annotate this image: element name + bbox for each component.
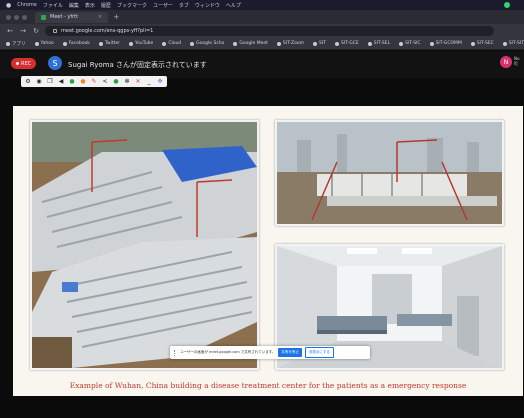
- annotation-toolbar: ⚙ ◉ ❐ ◀ ● ● ✎ < ● ✻ ✕ _ ✥: [21, 76, 167, 87]
- bookmark-sit-sel[interactable]: SIT-SEL: [367, 41, 390, 46]
- bookmark-google-scholar[interactable]: Google Scho: [190, 41, 224, 46]
- hide-notice-button[interactable]: 非表示にする: [304, 347, 334, 358]
- bookmark-favicon-icon: [367, 41, 372, 46]
- reload-icon[interactable]: ↻: [32, 27, 40, 35]
- tab-title: Meet - yfrtt: [50, 14, 79, 20]
- pinned-presenter-text: Sugai Ryoma さんが固定表示されています: [68, 61, 207, 69]
- close-window-button[interactable]: [6, 14, 11, 20]
- forward-arrow-icon[interactable]: →: [19, 27, 27, 35]
- stop-sharing-button[interactable]: 共有を停止: [278, 348, 302, 357]
- bookmark-youtube[interactable]: YouTube: [129, 41, 153, 46]
- drag-handle-icon[interactable]: [174, 349, 177, 356]
- speaker-icon[interactable]: ◀: [58, 78, 64, 85]
- apple-icon[interactable]: ●: [6, 2, 11, 9]
- bookmark-favicon-icon: [429, 41, 434, 46]
- record-dot-icon: [16, 62, 19, 65]
- back-arrow-icon[interactable]: ←: [6, 27, 14, 35]
- bookmark-favicon-icon: [98, 41, 103, 46]
- url-text: meet.google.com/ens-qgps-yff?pli=1: [61, 28, 154, 34]
- bookmark-sit-gce[interactable]: SIT-GCE: [334, 41, 359, 46]
- lock-icon: [53, 29, 57, 33]
- screen-share-notice: ユーザーの画面が meet.google.com で共有されています。 共有を停…: [170, 346, 370, 359]
- bookmark-favicon-icon: [470, 41, 475, 46]
- bookmark-cloud[interactable]: Cloud: [162, 41, 181, 46]
- meet-favicon-icon: [41, 14, 46, 20]
- bookmark-yahoo[interactable]: Yahoo: [34, 41, 54, 46]
- presenter-avatar: S: [48, 56, 62, 70]
- recording-badge[interactable]: REC: [11, 58, 37, 69]
- share-notice-text: ユーザーの画面が meet.google.com で共有されています。: [180, 350, 276, 354]
- bookmark-favicon-icon: [399, 41, 404, 46]
- bookmark-favicon-icon: [62, 41, 67, 46]
- gear-icon[interactable]: ✻: [124, 78, 130, 85]
- settings-icon[interactable]: ⚙: [25, 78, 31, 85]
- user-label: Nu lfj: [514, 56, 520, 66]
- bookmark-favicon-icon: [34, 41, 39, 46]
- color-picker-icon[interactable]: ●: [113, 78, 119, 85]
- bookmark-favicon-icon: [313, 41, 318, 46]
- menu-item-bookmarks[interactable]: ブックマーク: [117, 2, 147, 9]
- bookmark-twitter[interactable]: Twitter: [98, 41, 120, 46]
- status-indicator-icon: [504, 2, 510, 8]
- bookmark-google-meet[interactable]: Google Meet: [233, 41, 268, 46]
- bookmarks-bar: アプリ Yahoo Facebook Twitter YouTube Cloud…: [0, 38, 524, 50]
- meet-bottom-area: [0, 396, 524, 418]
- bookmark-favicon-icon: [129, 41, 133, 46]
- bookmark-sit-zoom[interactable]: SIT-Zoom: [276, 41, 304, 46]
- reset-icon[interactable]: ✕: [135, 78, 141, 85]
- bookmark-favicon-icon: [334, 41, 339, 46]
- apps-grid-icon: [6, 41, 10, 46]
- menu-app-name[interactable]: Chrome: [17, 2, 37, 8]
- bookmark-sit-sit[interactable]: SIT-SIT: [502, 41, 524, 46]
- window-controls: [6, 14, 27, 20]
- bookmark-favicon-icon: [233, 41, 238, 46]
- eye-icon[interactable]: ◉: [36, 78, 42, 85]
- user-avatar[interactable]: N: [500, 56, 512, 68]
- user-label-line-2: lfj: [514, 61, 518, 66]
- menu-item-file[interactable]: ファイル: [43, 2, 63, 9]
- bookmark-favicon-icon: [276, 41, 281, 46]
- minimize-icon[interactable]: _: [146, 78, 152, 85]
- bookmark-apps[interactable]: アプリ: [6, 41, 26, 47]
- tab-close-icon[interactable]: ×: [98, 14, 102, 20]
- bookmark-sit-sec[interactable]: SIT-SEC: [470, 41, 494, 46]
- menu-item-help[interactable]: ヘルプ: [226, 2, 241, 9]
- aerial-photo-illustration: [32, 122, 257, 368]
- highlighter-icon[interactable]: ✎: [91, 78, 97, 85]
- bookmark-sit-sic[interactable]: SIT-SIC: [399, 41, 421, 46]
- cranes-photo-illustration: [277, 122, 502, 224]
- bookmark-favicon-icon: [162, 41, 167, 46]
- move-icon[interactable]: ✥: [157, 78, 163, 85]
- menu-item-view[interactable]: 表示: [85, 2, 95, 9]
- rec-label: REC: [21, 60, 32, 67]
- bookmark-favicon-icon: [502, 41, 507, 46]
- menu-item-history[interactable]: 履歴: [101, 2, 111, 9]
- zoom-window-button[interactable]: [22, 14, 27, 20]
- share-icon[interactable]: <: [102, 78, 108, 85]
- bookmark-favicon-icon: [190, 41, 195, 46]
- menu-item-edit[interactable]: 編集: [69, 2, 79, 9]
- bookmark-sit[interactable]: SIT: [313, 41, 326, 46]
- new-tab-button[interactable]: +: [113, 13, 119, 21]
- menu-item-window[interactable]: ウィンドウ: [195, 2, 220, 9]
- address-toolbar: ← → ↻ meet.google.com/ens-qgps-yff?pli=1: [0, 24, 524, 38]
- url-field[interactable]: meet.google.com/ens-qgps-yff?pli=1: [45, 26, 494, 36]
- minimize-window-button[interactable]: [14, 14, 19, 20]
- bookmark-facebook[interactable]: Facebook: [62, 41, 90, 46]
- bookmark-sit-gcomm[interactable]: SIT-GCOMM: [429, 41, 462, 46]
- green-pen-icon[interactable]: ●: [69, 78, 75, 85]
- browser-tab-strip: Meet - yfrtt × +: [0, 10, 524, 24]
- menu-item-user[interactable]: ユーザー: [153, 2, 173, 9]
- slide-caption: Example of Wuhan, China building a disea…: [69, 381, 467, 390]
- copy-icon[interactable]: ❐: [47, 78, 53, 85]
- construction-cranes-photo: [275, 120, 504, 226]
- orange-pen-icon[interactable]: ●: [80, 78, 86, 85]
- aerial-hospital-construction-photo: [30, 120, 259, 370]
- tab-meet[interactable]: Meet - yfrtt ×: [35, 11, 109, 23]
- mac-menu-bar: ● Chrome ファイル 編集 表示 履歴 ブックマーク ユーザー タブ ウィ…: [0, 0, 524, 10]
- menu-item-tab[interactable]: タブ: [179, 2, 189, 9]
- meet-header: REC S Sugai Ryoma さんが固定表示されています N Nu lfj: [0, 51, 524, 78]
